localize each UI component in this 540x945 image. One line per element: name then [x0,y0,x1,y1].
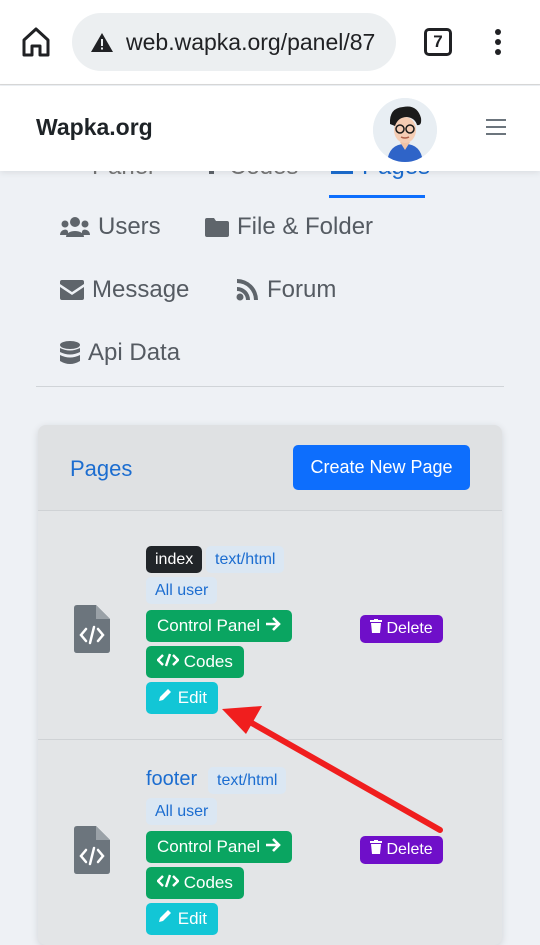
file-code-icon [74,605,110,653]
content-type-badge: text/html [206,546,285,573]
nav-item-api-data[interactable]: Api Data [60,339,180,367]
panel-nav: Panel Codes Pages Users File & Folder Me… [0,153,540,401]
codes-button[interactable]: Codes [146,867,244,899]
hamburger-menu-icon[interactable] [486,119,506,135]
folder-icon [205,218,229,237]
avatar-illustration [373,98,437,162]
arrow-right-icon [265,838,281,852]
address-bar[interactable]: web.wapka.org/panel/87 [72,13,396,71]
control-panel-button[interactable]: Control Panel [146,831,292,863]
page-row-index: index text/html All user Control Panel C… [38,511,502,739]
rss-icon [236,279,258,301]
delete-button[interactable]: Delete [360,615,443,643]
page-name-badge: index [146,546,203,573]
warning-icon[interactable] [90,32,114,53]
trash-icon [370,619,382,633]
database-icon [60,341,80,364]
brand-logo[interactable]: Wapka.org [36,114,153,141]
nav-item-users[interactable]: Users [60,213,161,241]
control-panel-button[interactable]: Control Panel [146,610,292,642]
avatar[interactable] [373,98,437,162]
code-icon [156,874,180,888]
trash-icon [370,840,382,854]
file-code-icon [74,826,110,874]
more-menu-icon[interactable] [493,28,503,56]
envelope-icon [60,280,84,300]
nav-item-forum[interactable]: Forum [235,276,336,304]
users-icon [60,217,90,237]
delete-button[interactable]: Delete [360,836,443,864]
page-name-link[interactable]: footer [146,768,197,791]
edit-button[interactable]: Edit [146,903,219,935]
browser-toolbar: web.wapka.org/panel/87 7 [0,0,540,85]
pages-card-header: Pages Create New Page [38,425,502,511]
nav-item-file-folder[interactable]: File & Folder [205,213,373,241]
edit-button[interactable]: Edit [146,682,219,714]
codes-button[interactable]: Codes [146,646,244,678]
pages-card-title: Pages [70,456,133,481]
nav-item-message[interactable]: Message [60,276,189,304]
active-tab-indicator [329,195,425,198]
divider [36,386,504,387]
pencil-icon [159,910,171,922]
access-badge: All user [146,577,218,604]
pages-card: Pages Create New Page index text/html Al… [38,425,502,945]
site-header: Wapka.org [0,86,540,171]
arrow-right-icon [265,617,281,631]
page-row-footer: footer text/html All user Control Panel … [38,740,502,945]
tab-switcher-button[interactable]: 7 [424,28,452,56]
access-badge: All user [146,798,218,825]
pencil-icon [159,689,171,701]
create-new-page-button[interactable]: Create New Page [293,445,470,490]
code-icon [156,653,180,667]
url-text: web.wapka.org/panel/87 [126,29,376,55]
content-type-badge: text/html [208,767,287,794]
home-icon[interactable] [22,27,50,57]
